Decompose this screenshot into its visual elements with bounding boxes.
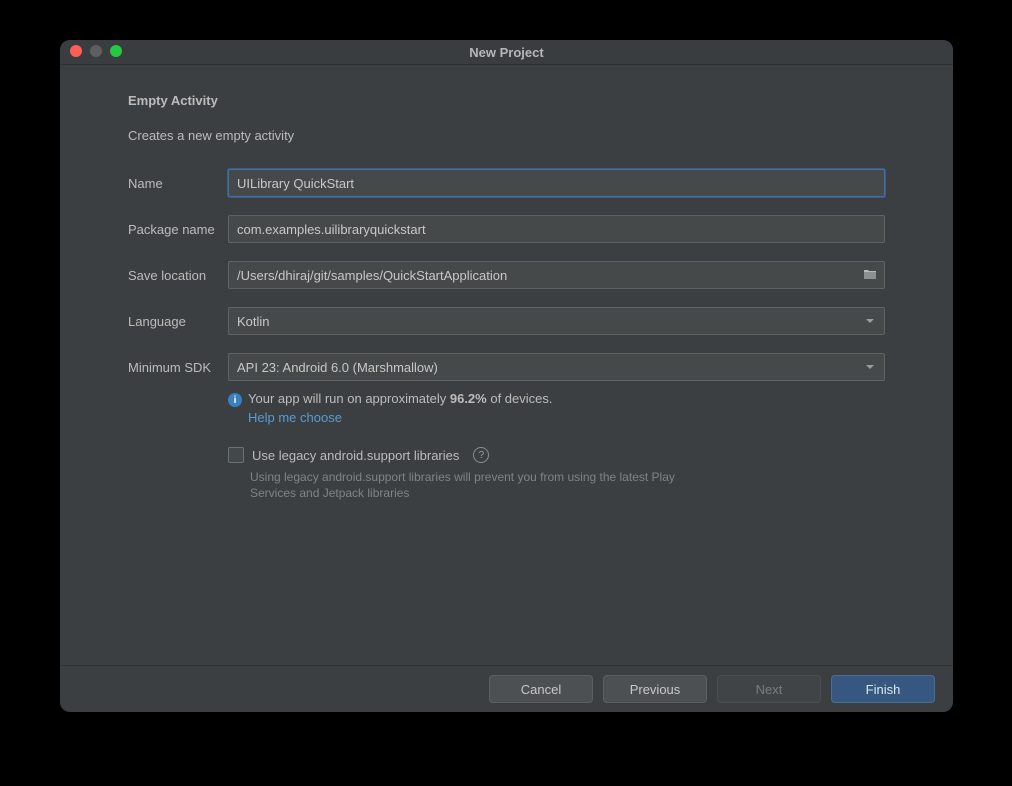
window-controls	[70, 45, 122, 57]
chevron-down-icon	[866, 319, 874, 323]
chevron-down-icon	[866, 365, 874, 369]
new-project-dialog: New Project Empty Activity Creates a new…	[60, 40, 953, 712]
package-label: Package name	[128, 222, 228, 237]
language-select[interactable]: Kotlin	[228, 307, 885, 335]
save-location-input[interactable]	[228, 261, 885, 289]
save-location-label: Save location	[128, 268, 228, 283]
next-button: Next	[717, 675, 821, 703]
dialog-footer: Cancel Previous Next Finish	[60, 665, 953, 712]
name-label: Name	[128, 176, 228, 191]
language-value: Kotlin	[237, 314, 270, 329]
minsdk-value: API 23: Android 6.0 (Marshmallow)	[237, 360, 438, 375]
name-input[interactable]	[228, 169, 885, 197]
minsdk-label: Minimum SDK	[128, 360, 228, 375]
finish-button[interactable]: Finish	[831, 675, 935, 703]
dialog-content: Empty Activity Creates a new empty activ…	[60, 65, 953, 665]
language-label: Language	[128, 314, 228, 329]
previous-button[interactable]: Previous	[603, 675, 707, 703]
package-input[interactable]	[228, 215, 885, 243]
minimize-window-button[interactable]	[90, 45, 102, 57]
info-icon: i	[228, 393, 242, 407]
help-me-choose-link[interactable]: Help me choose	[248, 410, 553, 425]
maximize-window-button[interactable]	[110, 45, 122, 57]
cancel-button[interactable]: Cancel	[489, 675, 593, 703]
browse-folder-icon[interactable]	[863, 268, 877, 283]
minsdk-select[interactable]: API 23: Android 6.0 (Marshmallow)	[228, 353, 885, 381]
window-title: New Project	[469, 45, 543, 60]
help-icon[interactable]: ?	[473, 447, 489, 463]
page-subheading: Creates a new empty activity	[128, 128, 885, 143]
legacy-support-label: Use legacy android.support libraries	[252, 448, 459, 463]
legacy-support-hint: Using legacy android.support libraries w…	[250, 469, 680, 501]
titlebar: New Project	[60, 40, 953, 65]
page-heading: Empty Activity	[128, 93, 885, 108]
close-window-button[interactable]	[70, 45, 82, 57]
device-coverage-text: Your app will run on approximately 96.2%…	[248, 391, 553, 425]
legacy-support-checkbox[interactable]	[228, 447, 244, 463]
